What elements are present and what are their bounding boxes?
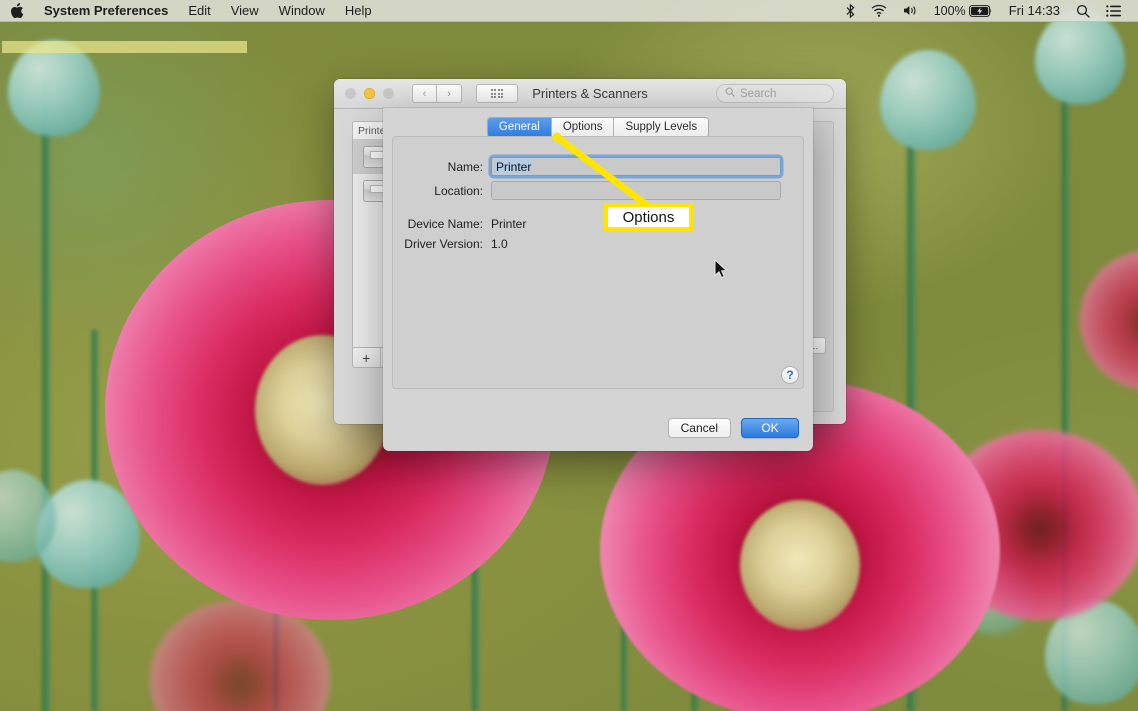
flower-stem — [40, 60, 52, 711]
menu-bar: System Preferences Edit View Window Help — [0, 0, 1138, 22]
tab-group: General Options Supply Levels — [486, 117, 710, 138]
driver-version-label: Driver Version: — [404, 237, 483, 251]
name-input-value: Printer — [495, 159, 533, 174]
annotation-highlight-bar — [2, 41, 247, 53]
navigation-buttons: ‹ › — [412, 84, 462, 103]
menu-bar-left: System Preferences Edit View Window Help — [0, 0, 382, 22]
back-button[interactable]: ‹ — [412, 84, 437, 103]
poppy-seed-pod — [1035, 10, 1125, 104]
menu-view[interactable]: View — [221, 0, 269, 22]
spotlight-search-icon[interactable] — [1068, 4, 1098, 18]
location-field-row: Location: — [393, 181, 803, 200]
menu-system-preferences[interactable]: System Preferences — [34, 0, 178, 22]
driver-version-row: Driver Version: 1.0 — [393, 237, 508, 251]
add-printer-button[interactable]: + — [353, 348, 380, 367]
driver-version-value: 1.0 — [491, 237, 508, 251]
notification-center-icon[interactable] — [1098, 4, 1129, 17]
minimize-button[interactable] — [364, 88, 375, 99]
sheet-tab-bar: General Options Supply Levels — [383, 117, 813, 138]
tab-general[interactable]: General — [487, 118, 552, 137]
location-input[interactable] — [491, 181, 781, 200]
menu-help[interactable]: Help — [335, 0, 382, 22]
window-traffic-lights — [334, 88, 394, 99]
bluetooth-icon[interactable] — [838, 3, 863, 18]
poppy-seed-pod — [8, 40, 100, 136]
poppy-seed-pod — [880, 50, 976, 150]
menu-bar-clock[interactable]: Fri 14:33 — [1001, 0, 1068, 22]
volume-icon[interactable] — [895, 4, 926, 17]
forward-button[interactable]: › — [437, 84, 462, 103]
printer-settings-sheet: General Options Supply Levels Name: Prin… — [383, 108, 813, 451]
device-name-row: Device Name: Printer — [393, 217, 527, 231]
window-title-bar[interactable]: ‹ › Printers & Scanners Search — [334, 79, 846, 109]
wifi-icon[interactable] — [863, 4, 895, 17]
search-icon — [725, 87, 735, 100]
search-input[interactable]: Search — [716, 84, 834, 103]
location-label: Location: — [434, 183, 483, 198]
help-button[interactable]: ? — [781, 366, 799, 384]
device-name-label: Device Name: — [407, 217, 483, 231]
ok-button[interactable]: OK — [741, 418, 799, 438]
show-all-button[interactable] — [476, 84, 518, 103]
menu-edit[interactable]: Edit — [178, 0, 220, 22]
poppy-flower-center — [740, 500, 860, 630]
name-field-row: Name: Printer — [393, 157, 803, 176]
search-placeholder: Search — [740, 87, 777, 100]
annotation-callout-options: Options — [604, 203, 693, 231]
apple-logo-icon[interactable] — [11, 3, 34, 18]
grid-icon — [490, 89, 504, 98]
sheet-action-buttons: Cancel OK — [667, 418, 799, 438]
general-tab-panel: Name: Printer Location: Device Name: Pri… — [392, 136, 804, 389]
menu-bar-status-items: 100% Fri 14:33 — [838, 0, 1138, 22]
menu-window[interactable]: Window — [269, 0, 335, 22]
mouse-cursor — [714, 259, 728, 279]
zoom-button[interactable] — [383, 88, 394, 99]
battery-percentage[interactable]: 100% — [926, 0, 969, 22]
name-input[interactable]: Printer — [491, 157, 781, 176]
close-button[interactable] — [345, 88, 356, 99]
device-name-value: Printer — [491, 217, 527, 231]
cancel-button[interactable]: Cancel — [667, 418, 731, 438]
battery-charging-icon[interactable] — [968, 4, 1001, 17]
tab-options[interactable]: Options — [551, 118, 615, 137]
tab-supply-levels[interactable]: Supply Levels — [614, 118, 709, 137]
name-label: Name: — [447, 159, 483, 174]
